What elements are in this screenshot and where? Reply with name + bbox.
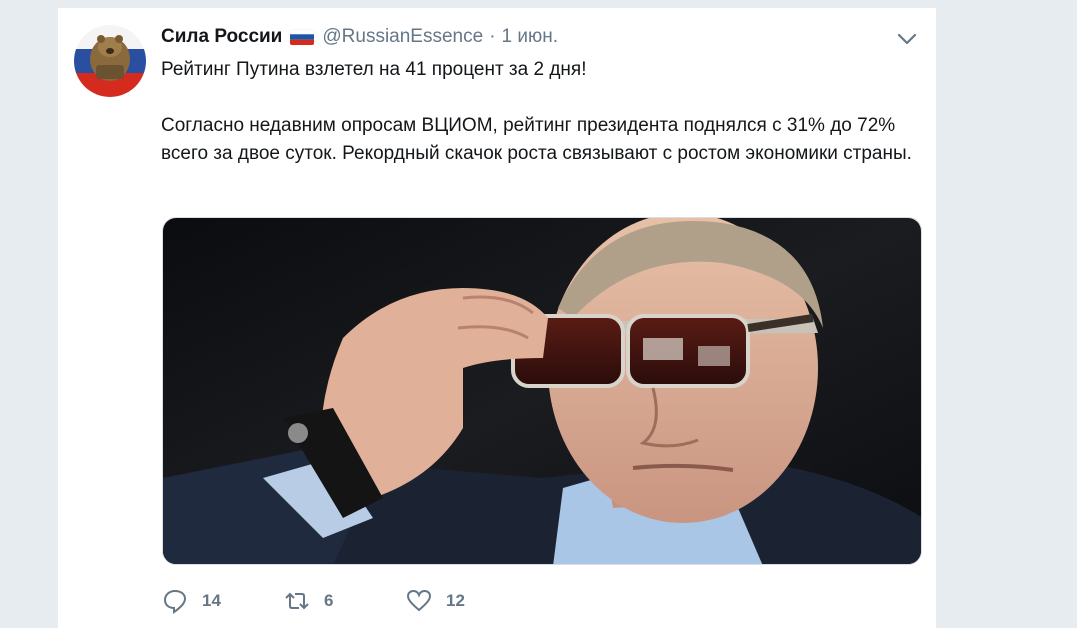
tweet-text: Рейтинг Путина взлетел на 41 процент за … — [161, 56, 931, 168]
like-button[interactable]: 12 — [406, 588, 506, 614]
russia-flag-icon — [290, 29, 315, 45]
display-name[interactable]: Сила России — [161, 26, 282, 48]
separator-dot: · — [489, 26, 496, 47]
like-count: 12 — [446, 591, 465, 610]
chevron-down-icon[interactable] — [896, 32, 918, 46]
tweet-actions: 14 6 12 — [162, 586, 506, 616]
retweet-count: 6 — [324, 591, 334, 610]
retweet-icon — [284, 588, 310, 614]
tweet-card[interactable]: Сила России @RussianEssence · 1 июн. Рей… — [57, 8, 937, 628]
reply-button[interactable]: 14 — [162, 588, 284, 614]
tweet-timestamp[interactable]: 1 июн. — [502, 26, 558, 48]
tweet-photo[interactable] — [162, 217, 922, 565]
avatar[interactable] — [74, 25, 146, 97]
heart-icon — [406, 588, 432, 614]
tweet-headline: Рейтинг Путина взлетел на 41 процент за … — [161, 59, 587, 80]
tweet-body: Согласно недавним опросам ВЦИОМ, рейтинг… — [161, 115, 912, 164]
reply-icon — [162, 588, 188, 614]
reply-count: 14 — [202, 591, 221, 610]
user-handle[interactable]: @RussianEssence — [322, 26, 483, 48]
tweet-header: Сила России @RussianEssence · 1 июн. — [161, 25, 558, 49]
retweet-button[interactable]: 6 — [284, 588, 406, 614]
